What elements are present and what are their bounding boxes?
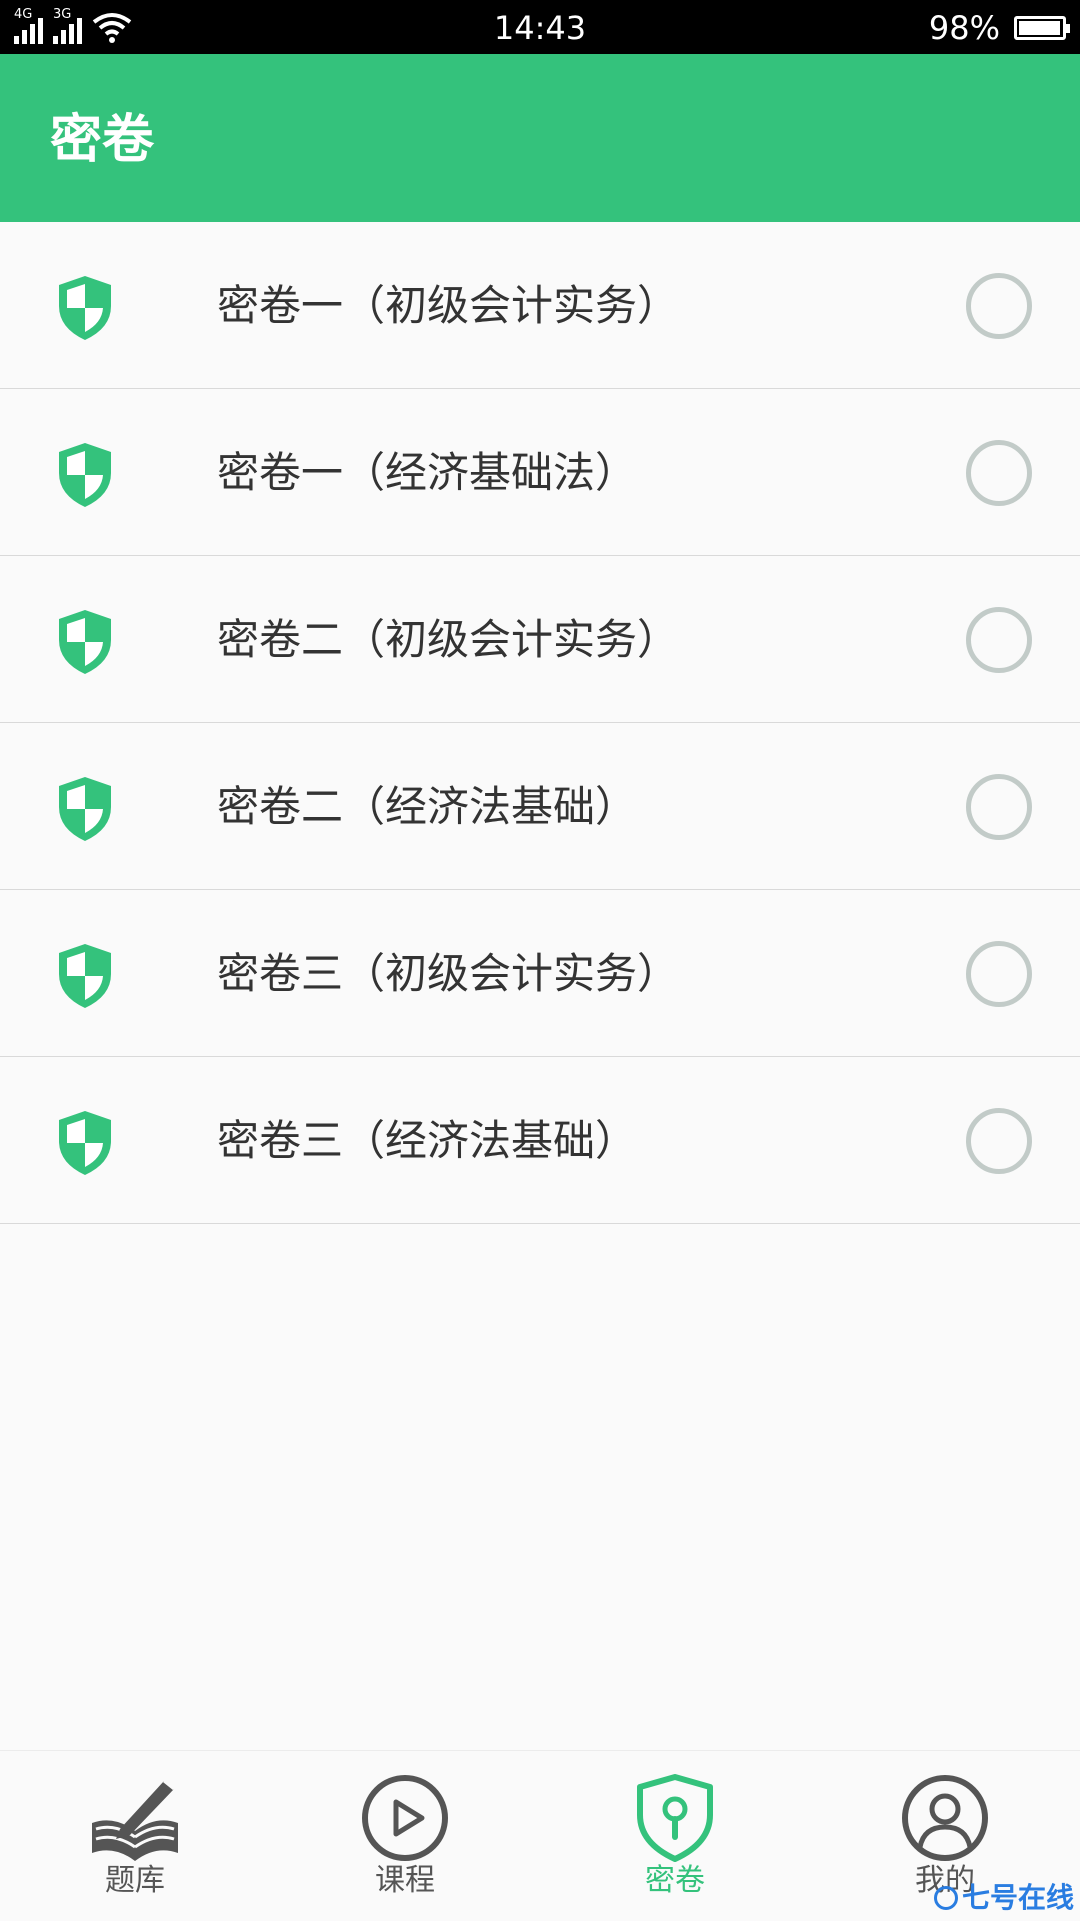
radio-button[interactable] (966, 774, 1032, 840)
book-pen-icon (90, 1773, 180, 1863)
battery-percent: 98% (929, 8, 1000, 48)
radio-button[interactable] (966, 273, 1032, 339)
list-item-label: 密卷三（经济法基础） (217, 1113, 637, 1169)
shield-keyhole-icon (630, 1773, 720, 1863)
shield-icon (55, 775, 115, 843)
radio-button[interactable] (966, 440, 1032, 506)
list-item-label: 密卷一（初级会计实务） (217, 278, 679, 334)
shield-icon (55, 942, 115, 1010)
tab-question-bank[interactable]: 题库 (0, 1751, 270, 1921)
list-item[interactable]: 密卷二（初级会计实务） (0, 556, 1080, 723)
shield-icon (55, 441, 115, 509)
app-bar: 密卷 (0, 54, 1080, 222)
list-item-label: 密卷一（经济基础法） (217, 445, 637, 501)
list-item-label: 密卷三（初级会计实务） (217, 946, 679, 1002)
list-item[interactable]: 密卷三（初级会计实务） (0, 890, 1080, 1057)
radio-button[interactable] (966, 1108, 1032, 1174)
tab-courses[interactable]: 课程 (270, 1751, 540, 1921)
page-title: 密卷 (50, 110, 154, 170)
play-icon (360, 1773, 450, 1863)
tab-label: 密卷 (540, 1861, 810, 1901)
list-item[interactable]: 密卷一（初级会计实务） (0, 222, 1080, 389)
status-icons-right: 98% (929, 8, 1066, 48)
watermark: 七号在线 (934, 1882, 1074, 1914)
status-bar: 4G 3G 14:43 98% (0, 0, 1080, 54)
paper-list: 密卷一（初级会计实务） 密卷一（经济基础法） 密卷二（初级会计实务） 密卷二（经… (0, 222, 1080, 1224)
bottom-tab-bar: 题库 课程 密卷 我的 (0, 1750, 1080, 1921)
shield-icon (55, 274, 115, 342)
tab-secret-papers[interactable]: 密卷 (540, 1751, 810, 1921)
list-item[interactable]: 密卷一（经济基础法） (0, 389, 1080, 556)
shield-icon (55, 608, 115, 676)
radio-button[interactable] (966, 941, 1032, 1007)
list-item-label: 密卷二（经济法基础） (217, 779, 637, 835)
status-time: 14:43 (0, 8, 1080, 48)
shield-icon (55, 1109, 115, 1177)
tab-label: 课程 (270, 1861, 540, 1901)
user-icon (900, 1773, 990, 1863)
radio-button[interactable] (966, 607, 1032, 673)
list-item[interactable]: 密卷三（经济法基础） (0, 1057, 1080, 1224)
watermark-text: 七号在线 (962, 1882, 1074, 1914)
list-item[interactable]: 密卷二（经济法基础） (0, 723, 1080, 890)
list-item-label: 密卷二（初级会计实务） (217, 612, 679, 668)
battery-icon (1014, 16, 1066, 40)
tab-label: 题库 (0, 1861, 270, 1901)
watermark-logo-icon (934, 1886, 958, 1910)
